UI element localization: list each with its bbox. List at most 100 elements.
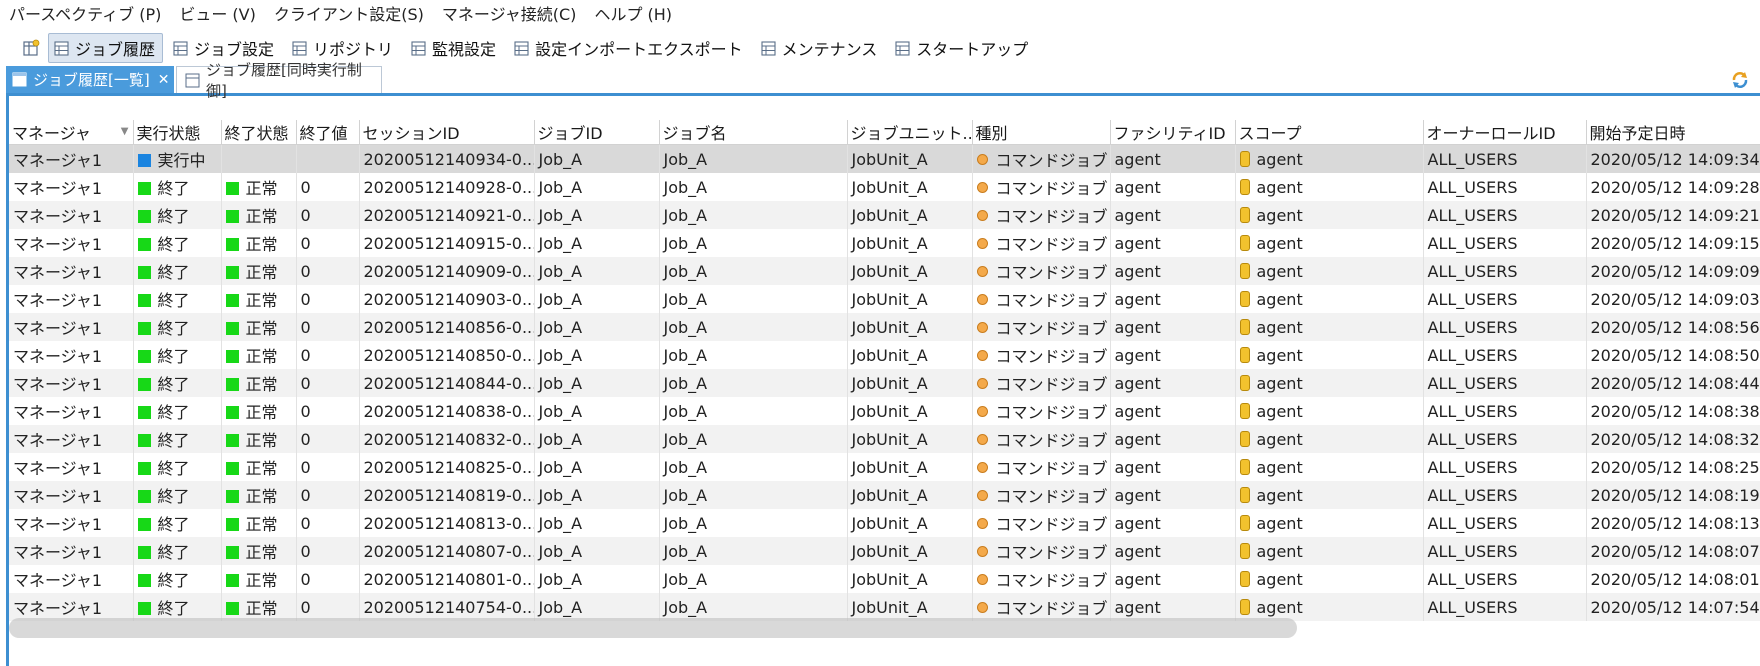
column-header-8[interactable]: 種別 — [972, 120, 1111, 145]
job-type-cell-text: コマンドジョブ — [995, 431, 1108, 450]
table-row[interactable]: マネージャ1 終了 正常 0 20200512140909-0... Job_A Job_A… — [9, 257, 1760, 285]
table-row[interactable]: マネージャ1 実行中 20200512140934-0... Job_A Job_A Jo… — [9, 144, 1760, 173]
start-time-cell-text: 2020/05/12 14:09:21 — [1590, 205, 1760, 225]
job-type-cell-text: コマンドジョブ — [995, 403, 1108, 422]
job-name-cell: Job_A — [659, 257, 848, 285]
command-job-icon — [976, 518, 988, 529]
owner-role-cell-text: ALL_USERS — [1427, 373, 1518, 393]
owner-role-cell: ALL_USERS — [1423, 453, 1587, 481]
table-view-icon — [173, 40, 188, 56]
table-row[interactable]: マネージャ1 終了 正常 0 20200512140825-0... Job_A Job_A… — [9, 453, 1760, 481]
job-type-cell-text: コマンドジョブ — [995, 235, 1108, 254]
column-header-10[interactable]: スコープ — [1235, 120, 1424, 145]
table-row[interactable]: マネージャ1 終了 正常 0 20200512140754-0... Job_A Job_A… — [9, 593, 1760, 621]
menu-item-3[interactable]: マネージャ接続(C) — [433, 0, 586, 30]
column-header-11[interactable]: オーナーロールID — [1423, 120, 1587, 145]
table-row[interactable]: マネージャ1 終了 正常 0 20200512140832-0... Job_A Job_A… — [9, 425, 1760, 453]
column-header-4[interactable]: セッションID — [359, 120, 535, 145]
end-value-cell: 0 — [296, 397, 360, 425]
table-row[interactable]: マネージャ1 終了 正常 0 20200512140838-0... Job_A Job_A… — [9, 397, 1760, 425]
scope-icon — [1239, 262, 1250, 279]
column-header-6[interactable]: ジョブ名 — [659, 120, 848, 145]
job-name-cell-text: Job_A — [663, 345, 708, 365]
perspective-button-6[interactable]: スタートアップ — [889, 33, 1036, 63]
table-row[interactable]: マネージャ1 終了 正常 0 20200512140813-0... Job_A Job_A… — [9, 509, 1760, 537]
close-icon[interactable]: ✕ — [158, 72, 170, 88]
manager-cell-text: マネージャ1 — [13, 487, 103, 506]
scope-cell: agent — [1235, 229, 1424, 257]
column-header-1[interactable]: 実行状態 — [133, 120, 222, 145]
end-state-cell: 正常 — [221, 369, 297, 397]
session-id-cell: 20200512140813-0... — [359, 509, 535, 537]
run-state-cell-text: 実行中 — [157, 151, 206, 170]
table-row[interactable]: マネージャ1 終了 正常 0 20200512140807-0... Job_A Job_A… — [9, 537, 1760, 565]
menu-item-4[interactable]: ヘルプ (H) — [585, 0, 681, 30]
end-state-cell: 正常 — [221, 201, 297, 229]
table-row[interactable]: マネージャ1 終了 正常 0 20200512140915-0... Job_A Job_A… — [9, 229, 1760, 257]
owner-role-cell: ALL_USERS — [1423, 144, 1587, 173]
manager-cell-text: マネージャ1 — [13, 543, 103, 562]
tab-job-history-concurrency[interactable]: ジョブ履歴[同時実行制御] — [176, 61, 382, 100]
start-time-cell: 2020/05/12 14:08:13 — [1586, 509, 1760, 537]
column-header-5[interactable]: ジョブID — [534, 120, 660, 145]
column-header-label: 実行状態 — [136, 124, 201, 143]
menu-item-1[interactable]: ビュー (V) — [170, 0, 265, 30]
job-id-cell-text: Job_A — [538, 289, 583, 309]
table-row[interactable]: マネージャ1 終了 正常 0 20200512140801-0... Job_A Job_A… — [9, 565, 1760, 593]
job-name-cell: Job_A — [659, 397, 848, 425]
end-state-cell — [221, 144, 297, 173]
job-id-cell-text: Job_A — [538, 149, 583, 169]
column-header-label: セッションID — [362, 124, 460, 143]
end-state-cell: 正常 — [221, 481, 297, 509]
table-row[interactable]: マネージャ1 終了 正常 0 20200512140844-0... Job_A Job_A… — [9, 369, 1760, 397]
job-type-cell: コマンドジョブ — [972, 397, 1111, 425]
session-id-cell-text: 20200512140838-0... — [363, 401, 534, 421]
scope-cell-text: agent — [1256, 457, 1303, 477]
column-header-0[interactable]: マネージャ ▼ — [9, 120, 134, 145]
run-state-cell: 終了 — [133, 313, 222, 341]
session-id-cell-text: 20200512140850-0... — [363, 345, 534, 365]
command-job-icon — [976, 574, 988, 585]
menu-item-2[interactable]: クライアント設定(S) — [265, 0, 433, 30]
tab-job-history-list[interactable]: ジョブ履歴[一覧] ✕ — [6, 66, 174, 93]
status-square-icon — [137, 210, 151, 223]
perspective-button-0[interactable]: ジョブ履歴 — [48, 33, 164, 63]
scope-icon — [1239, 598, 1250, 615]
perspective-button-5[interactable]: メンテナンス — [755, 33, 886, 63]
horizontal-scrollbar[interactable] — [9, 618, 1297, 638]
status-square-icon — [225, 238, 239, 251]
menu-item-0[interactable]: パースペクティブ (P) — [0, 0, 170, 30]
column-header-9[interactable]: ファシリティID — [1110, 120, 1236, 145]
job-name-cell: Job_A — [659, 201, 848, 229]
open-perspective-icon[interactable] — [18, 34, 44, 62]
table-row[interactable]: マネージャ1 終了 正常 0 20200512140903-0... Job_A Job_A… — [9, 285, 1760, 313]
table-row[interactable]: マネージャ1 終了 正常 0 20200512140856-0... Job_A Job_A… — [9, 313, 1760, 341]
job-unit-cell: JobUnit_A — [847, 229, 973, 257]
table-row[interactable]: マネージャ1 終了 正常 0 20200512140921-0... Job_A Job_A… — [9, 201, 1760, 229]
session-id-cell: 20200512140928-0... — [359, 173, 535, 201]
facility-id-cell-text: agent — [1114, 569, 1161, 589]
scope-cell-text: agent — [1256, 541, 1303, 561]
job-type-cell: コマンドジョブ — [972, 257, 1111, 285]
scope-cell-text: agent — [1256, 345, 1303, 365]
session-id-cell-text: 20200512140801-0... — [363, 569, 534, 589]
column-header-label: 終了状態 — [224, 124, 289, 143]
owner-role-cell: ALL_USERS — [1423, 285, 1587, 313]
column-header-7[interactable]: ジョブユニット... — [847, 120, 973, 145]
table-row[interactable]: マネージャ1 終了 正常 0 20200512140928-0... Job_A Job_A… — [9, 173, 1760, 201]
run-state-cell: 終了 — [133, 397, 222, 425]
run-state-cell: 終了 — [133, 481, 222, 509]
perspective-button-3[interactable]: 監視設定 — [405, 33, 504, 63]
scope-cell-text: agent — [1256, 289, 1303, 309]
column-header-3[interactable]: 終了値 — [296, 120, 360, 145]
end-value-cell-text: 0 — [300, 317, 311, 337]
table-row[interactable]: マネージャ1 終了 正常 0 20200512140819-0... Job_A Job_A… — [9, 481, 1760, 509]
table-row[interactable]: マネージャ1 終了 正常 0 20200512140850-0... Job_A Job_A… — [9, 341, 1760, 369]
column-header-12[interactable]: 開始予定日時 — [1586, 120, 1760, 145]
column-header-2[interactable]: 終了状態 — [221, 120, 297, 145]
refresh-icon[interactable] — [1730, 70, 1750, 94]
owner-role-cell-text: ALL_USERS — [1427, 289, 1518, 309]
job-id-cell-text: Job_A — [538, 597, 583, 617]
perspective-button-4[interactable]: 設定インポートエクスポート — [508, 33, 751, 63]
job-name-cell-text: Job_A — [663, 541, 708, 561]
